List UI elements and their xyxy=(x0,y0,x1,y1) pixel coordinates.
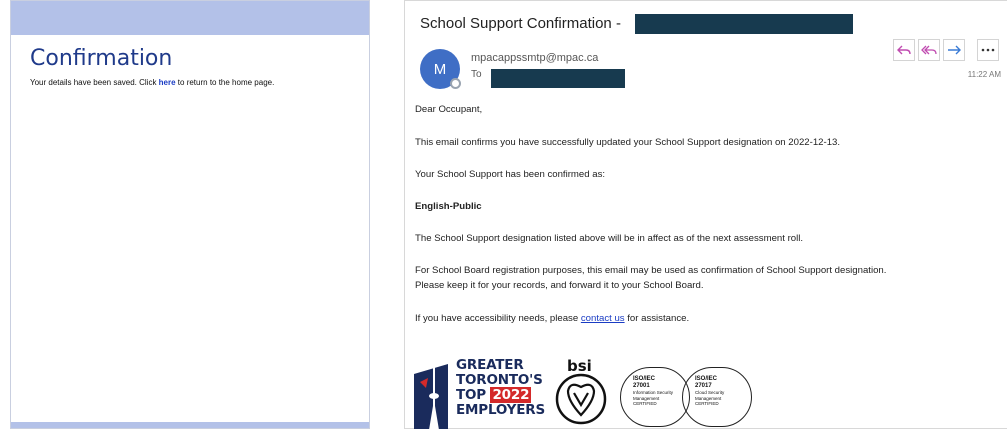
cert-line: CERTIFIED xyxy=(695,401,719,406)
home-link[interactable]: here xyxy=(159,78,176,87)
sender-address[interactable]: mpacappssmtp@mpac.ca xyxy=(471,52,598,64)
cert-number: 27001 xyxy=(633,383,650,389)
footer-bar xyxy=(11,422,369,428)
cert-title: ISO/IEC xyxy=(633,376,656,382)
presence-status-icon xyxy=(450,78,461,89)
body-line-confirm: This email confirms you have successfull… xyxy=(415,137,841,148)
school-support-designation: English-Public xyxy=(415,201,482,212)
cert-title: ISO/IEC xyxy=(695,376,718,382)
gt-line-2: TORONTO'S xyxy=(456,372,543,388)
body-line-keep: Please keep it for your records, and for… xyxy=(415,280,704,291)
accessibility-prefix: If you have accessibility needs, please xyxy=(415,313,581,324)
body-line-confirmed-as: Your School Support has been confirmed a… xyxy=(415,169,606,180)
reply-icon[interactable] xyxy=(893,39,915,61)
iso-27001-badge: ISO/IEC 27001 Information Security Manag… xyxy=(620,367,690,427)
accessibility-suffix: for assistance. xyxy=(624,313,690,324)
received-time: 11:22 AM xyxy=(967,70,1001,79)
avatar-initial: M xyxy=(433,60,447,78)
gt-line-4: EMPLOYERS xyxy=(456,402,545,418)
cert-line: CERTIFIED xyxy=(633,401,657,406)
body-line-registration: For School Board registration purposes, … xyxy=(415,265,887,276)
to-label: To xyxy=(471,69,482,80)
cert-number: 27017 xyxy=(695,383,712,389)
iso-27017-badge: ISO/IEC 27017 Cloud Security Management … xyxy=(682,367,752,427)
email-subject: School Support Confirmation - xyxy=(420,15,621,32)
gt-line-1: GREATER xyxy=(456,357,524,373)
gt-line-3: TOP 2022 xyxy=(456,387,545,403)
greeting: Dear Occupant, xyxy=(415,104,483,115)
message-suffix: to return to the home page. xyxy=(175,78,275,87)
message-actions xyxy=(893,39,999,61)
toronto-tower-icon xyxy=(414,362,448,429)
reply-all-icon[interactable] xyxy=(918,39,940,61)
redacted-subject xyxy=(635,14,853,34)
email-view: School Support Confirmation - M mpacapps… xyxy=(404,0,1007,429)
header-bar xyxy=(11,1,369,35)
message-prefix: Your details have been saved. Click xyxy=(30,78,159,87)
contact-us-link[interactable]: contact us xyxy=(581,313,625,324)
body-line-effect: The School Support designation listed ab… xyxy=(415,233,804,244)
gt-year: 2022 xyxy=(490,387,532,403)
more-icon[interactable] xyxy=(977,39,999,61)
top-employers-text: GREATER TORONTO'S TOP 2022 EMPLOYERS xyxy=(456,358,545,418)
kitemark-icon xyxy=(555,373,607,425)
confirmation-message: Your details have been saved. Click here… xyxy=(30,78,274,87)
bsi-certification-logo: bsi ISO/IEC 27001 Information Security M… xyxy=(554,357,754,427)
redacted-recipient xyxy=(491,69,625,88)
page-title: Confirmation xyxy=(30,46,173,71)
top-employers-logo: GREATER TORONTO'S TOP 2022 EMPLOYERS xyxy=(414,358,545,429)
body-line-accessibility: If you have accessibility needs, please … xyxy=(415,312,689,326)
forward-icon[interactable] xyxy=(943,39,965,61)
gt-top-text: TOP xyxy=(456,387,491,403)
confirmation-page: Confirmation Your details have been save… xyxy=(10,0,370,429)
